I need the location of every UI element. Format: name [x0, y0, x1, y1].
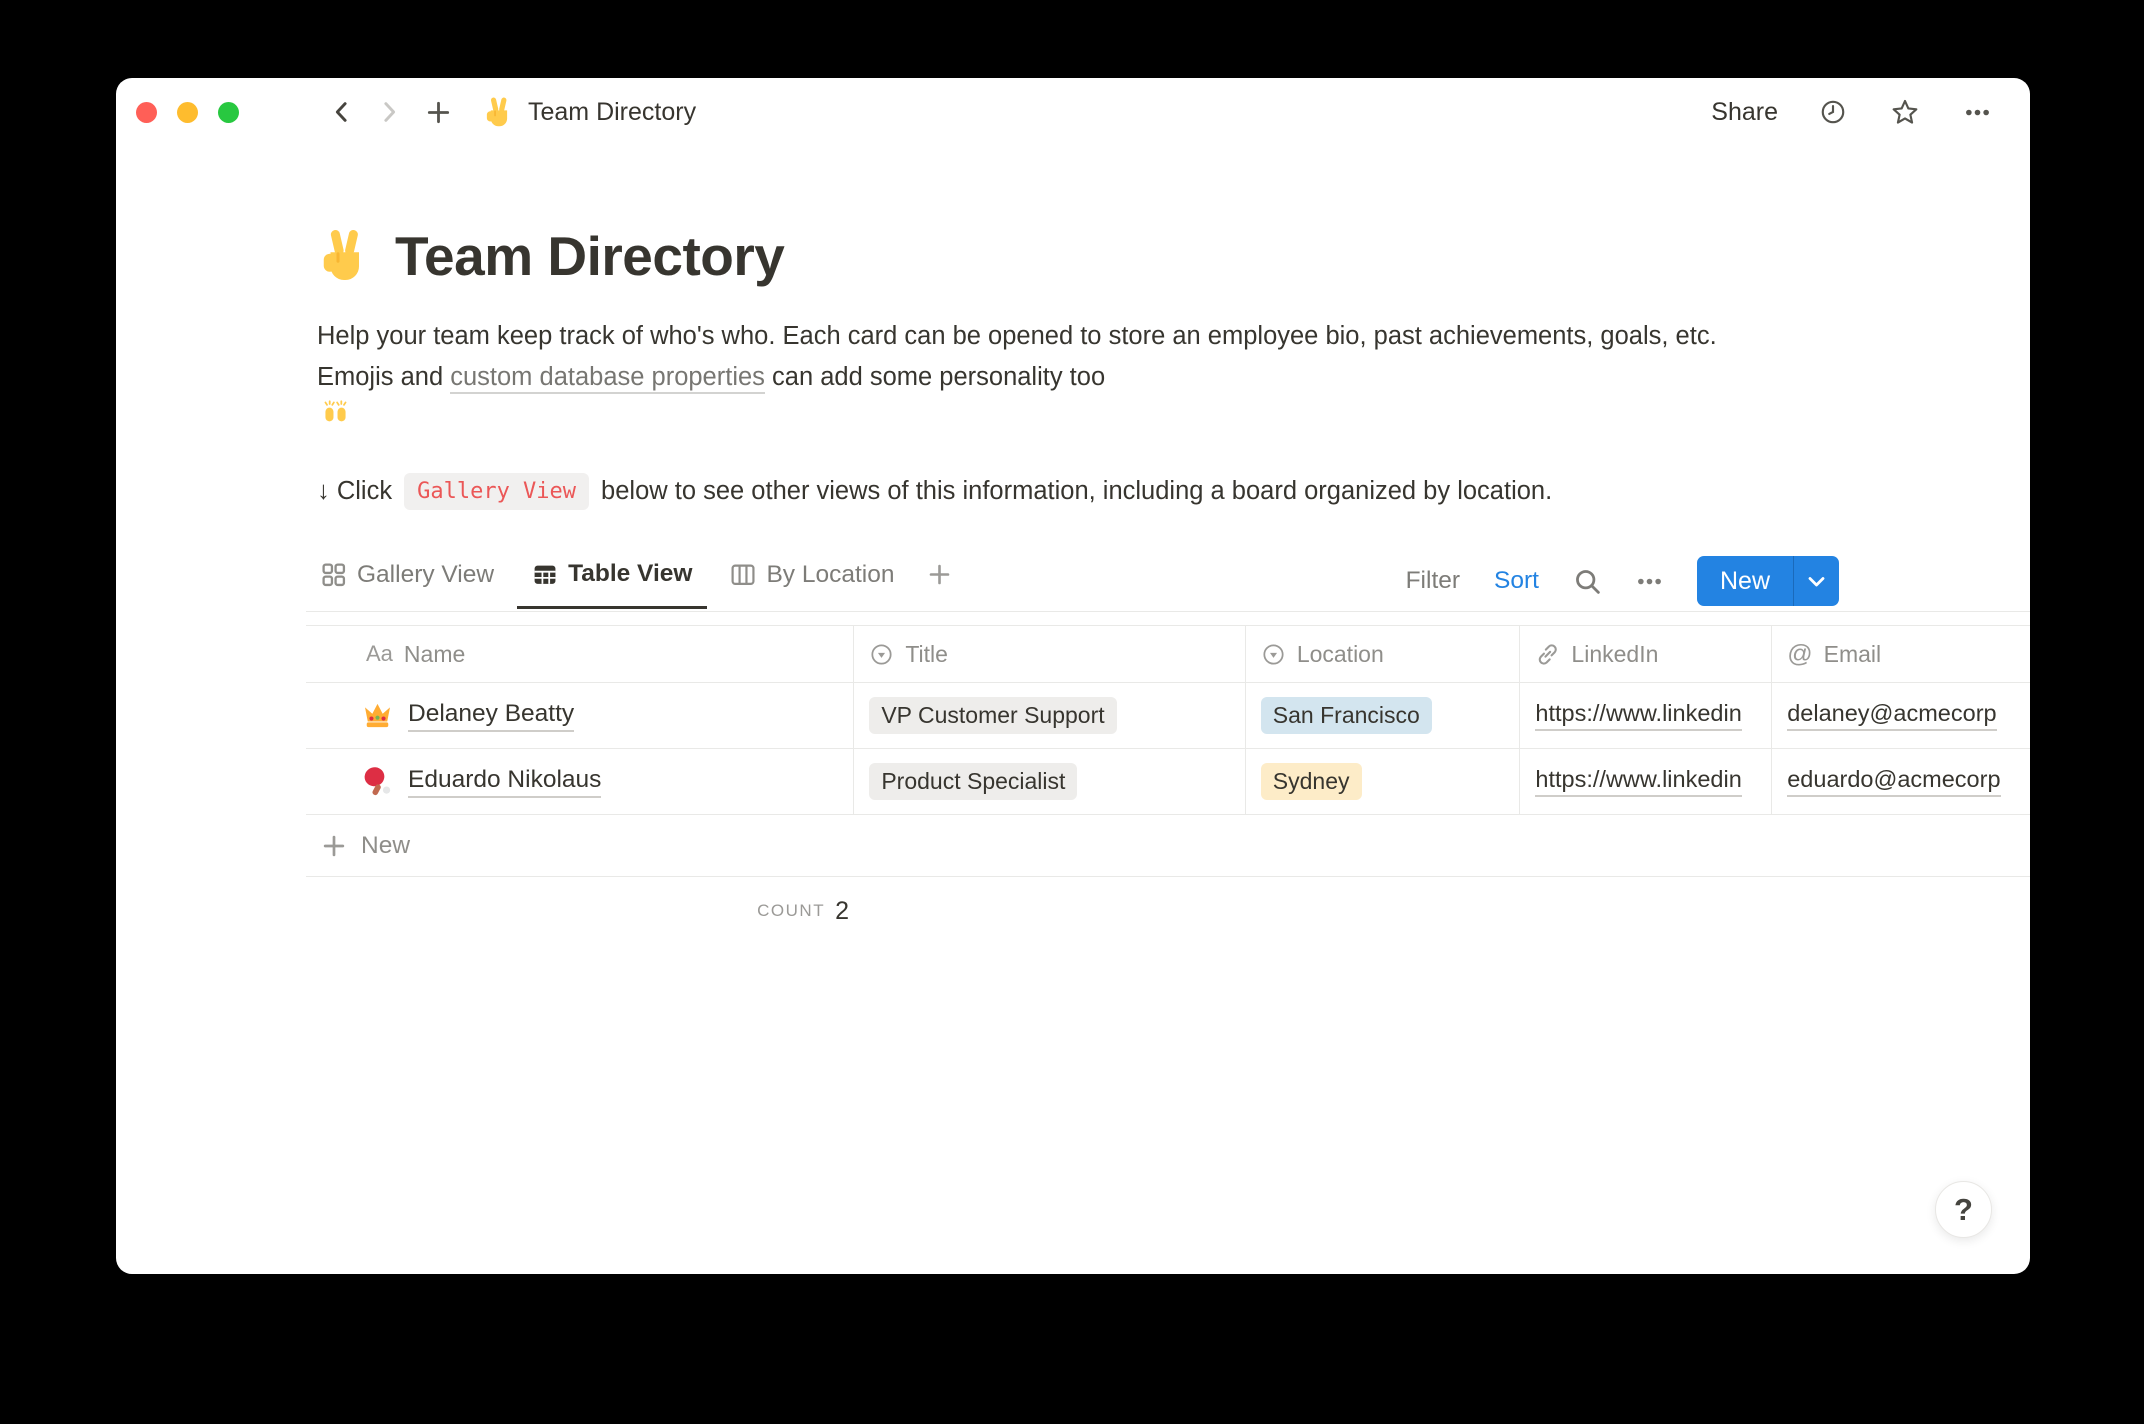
column-header-email[interactable]: @ Email [1772, 626, 2030, 682]
ping-pong-icon [362, 766, 393, 797]
title-tag: VP Customer Support [869, 697, 1116, 734]
titlebar: Team Directory Share [116, 78, 2030, 146]
add-row-label: New [361, 832, 410, 860]
search-icon[interactable] [1573, 567, 1602, 596]
column-header-linkedin[interactable]: LinkedIn [1520, 626, 1772, 682]
page-title: Team Directory [317, 224, 2030, 288]
new-tab-plus-icon[interactable] [421, 95, 455, 129]
linkedin-link[interactable]: https://www.linkedin [1535, 700, 1741, 731]
callout-prefix: ↓ Click [317, 477, 392, 506]
custom-properties-link[interactable]: custom database properties [450, 363, 765, 394]
tab-label: Gallery View [357, 561, 494, 589]
crown-icon [362, 700, 393, 731]
view-options-ellipsis-icon[interactable] [1636, 568, 1663, 595]
sidebar-menu-icon[interactable] [269, 95, 299, 129]
select-property-icon [1261, 642, 1286, 667]
column-label: Name [404, 641, 465, 668]
victory-hand-icon [483, 97, 514, 128]
table-view-icon [532, 562, 557, 587]
linkedin-link[interactable]: https://www.linkedin [1535, 766, 1741, 797]
plus-icon [321, 833, 347, 859]
select-property-icon [869, 642, 894, 667]
new-entry-split-button: New [1697, 556, 1839, 606]
location-tag: Sydney [1261, 763, 1362, 800]
ellipsis-icon[interactable] [1960, 95, 1994, 129]
callout-line: ↓ Click Gallery View below to see other … [317, 473, 2030, 510]
count-value: 2 [835, 897, 849, 926]
clock-icon[interactable] [1816, 95, 1850, 129]
count-label: COUNT [757, 901, 825, 921]
cell-email[interactable]: delaney@acmecorp [1772, 683, 2030, 748]
count-aggregate[interactable]: COUNT 2 [306, 877, 859, 945]
help-button[interactable]: ? [1935, 1181, 1992, 1238]
title-tag: Product Specialist [869, 763, 1077, 800]
team-directory-table: Aa Name Title Location LinkedIn @ Email [306, 625, 2030, 945]
table-header-row: Aa Name Title Location LinkedIn @ Email [306, 625, 2030, 683]
cell-location[interactable]: San Francisco [1246, 683, 1521, 748]
calculation-row: COUNT 2 [306, 877, 2030, 945]
location-tag: San Francisco [1261, 697, 1432, 734]
cell-name[interactable]: Delaney Beatty [306, 683, 854, 748]
new-entry-dropdown-chevron-icon[interactable] [1793, 556, 1839, 606]
email-link[interactable]: eduardo@acmecorp [1787, 766, 2000, 797]
page-title-text: Team Directory [395, 224, 784, 288]
email-property-icon: @ [1787, 640, 1812, 669]
email-link[interactable]: delaney@acmecorp [1787, 700, 1996, 731]
cell-title[interactable]: Product Specialist [854, 749, 1245, 814]
person-name-link[interactable]: Delaney Beatty [408, 700, 574, 732]
forward-icon[interactable] [373, 95, 407, 129]
url-property-icon [1535, 642, 1560, 667]
share-button[interactable]: Share [1711, 98, 1778, 127]
close-window-button[interactable] [136, 102, 157, 123]
help-question-mark: ? [1954, 1192, 1973, 1228]
cell-email[interactable]: eduardo@acmecorp [1772, 749, 2030, 814]
new-entry-button[interactable]: New [1697, 556, 1793, 606]
table-row: Delaney Beatty VP Customer Support San F… [306, 683, 2030, 749]
person-name-link[interactable]: Eduardo Nikolaus [408, 766, 601, 798]
tab-label: Table View [568, 560, 692, 588]
cell-linkedin[interactable]: https://www.linkedin [1520, 749, 1772, 814]
column-header-name[interactable]: Aa Name [306, 626, 854, 682]
callout-suffix: below to see other views of this informa… [601, 477, 1552, 506]
column-label: Email [1824, 641, 1882, 668]
column-header-location[interactable]: Location [1246, 626, 1521, 682]
cell-name[interactable]: Eduardo Nikolaus [306, 749, 854, 814]
raising-hands-icon [321, 398, 350, 427]
gallery-view-code-tag: Gallery View [404, 473, 589, 510]
breadcrumb[interactable]: Team Directory [483, 97, 696, 128]
views-bar: Gallery View Table View By Location Filt… [306, 554, 2030, 612]
column-header-title[interactable]: Title [854, 626, 1245, 682]
cell-location[interactable]: Sydney [1246, 749, 1521, 814]
zoom-window-button[interactable] [218, 102, 239, 123]
tab-gallery-view[interactable]: Gallery View [306, 555, 509, 607]
page-description: Help your team keep track of who's who. … [317, 316, 1787, 427]
back-icon[interactable] [325, 95, 359, 129]
column-label: Title [905, 641, 948, 668]
add-row-button[interactable]: New [306, 815, 2030, 877]
app-window: Team Directory Share Team Directory Help… [116, 78, 2030, 1274]
add-view-plus-icon[interactable] [917, 556, 962, 605]
titlebar-doc-title: Team Directory [528, 98, 696, 127]
column-label: Location [1297, 641, 1384, 668]
cell-title[interactable]: VP Customer Support [854, 683, 1245, 748]
victory-hand-icon[interactable] [317, 229, 371, 283]
description-text: can add some personality too [765, 363, 1105, 391]
view-tabs: Gallery View Table View By Location [306, 554, 962, 607]
view-controls: Filter Sort New [1406, 554, 1839, 606]
gallery-view-icon [321, 562, 346, 587]
filter-button[interactable]: Filter [1406, 567, 1460, 595]
text-property-icon: Aa [366, 641, 393, 667]
column-label: LinkedIn [1571, 641, 1658, 668]
sort-button[interactable]: Sort [1494, 567, 1539, 595]
tab-table-view[interactable]: Table View [517, 554, 707, 609]
tab-by-location[interactable]: By Location [715, 555, 909, 607]
traffic-lights [136, 102, 239, 123]
tab-label: By Location [766, 561, 894, 589]
cell-linkedin[interactable]: https://www.linkedin [1520, 683, 1772, 748]
star-icon[interactable] [1888, 95, 1922, 129]
board-view-icon [730, 562, 755, 587]
table-row: Eduardo Nikolaus Product Specialist Sydn… [306, 749, 2030, 815]
minimize-window-button[interactable] [177, 102, 198, 123]
